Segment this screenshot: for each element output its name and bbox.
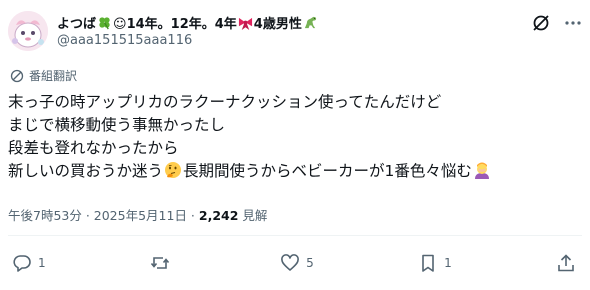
heart-icon (281, 254, 300, 271)
display-name-part3: 4歳男性 (253, 16, 302, 32)
bookmark-icon (422, 254, 434, 272)
translate-link[interactable]: 番組翻訳 (10, 67, 77, 84)
post-date[interactable]: 2025年5月11日 (94, 208, 187, 223)
bookmark-count: 1 (444, 256, 452, 270)
translate-label: 番組翻訳 (29, 69, 78, 83)
divider (8, 235, 582, 236)
avatar[interactable] (8, 11, 48, 51)
post-line-1: 末っ子の時アップリカのラクーナクッション使ってたんだけど (8, 93, 442, 111)
grok-icon[interactable] (532, 14, 550, 32)
display-name-part1: よつば (57, 16, 97, 32)
repost-button[interactable] (150, 253, 176, 273)
post-meta: 午後7時53分 · 2025年5月11日 · 2,242 見解 (8, 208, 268, 223)
display-name[interactable]: よつば ☺14年。12年。4年 4歳男性 (57, 13, 319, 32)
post-line-2: まじで横移動使う事無かったし (8, 116, 226, 134)
dinosaur-icon (304, 16, 316, 28)
views-label: 見解 (242, 208, 268, 223)
post-line-4-end: 長期間使うからベビーカーが1番色々悩む (183, 162, 472, 180)
like-button[interactable]: 5 (280, 253, 314, 273)
post-time[interactable]: 午後7時53分 (8, 208, 82, 223)
views-count: 2,242 (198, 208, 239, 223)
share-button[interactable] (556, 253, 576, 273)
person-facepalming-icon (474, 162, 489, 179)
action-bar: 1 5 1 (12, 251, 576, 275)
translate-icon (10, 69, 24, 82)
reply-button[interactable]: 1 (12, 253, 46, 273)
like-count: 5 (306, 256, 314, 270)
thinking-face-icon (165, 162, 182, 178)
user-handle[interactable]: @aaa151515aaa116 (57, 33, 192, 48)
repost-icon (150, 257, 170, 269)
share-icon (558, 254, 574, 272)
post-line-3: 段差も登れなかったから (8, 139, 179, 157)
reply-count: 1 (38, 256, 46, 270)
post-body: 末っ子の時アップリカのラクーナクッション使ってたんだけど まじで横移動使う事無か… (8, 91, 582, 183)
ribbon-icon (238, 17, 252, 30)
reply-icon (13, 255, 31, 272)
post-line-4: 新しいの買おうか迷う 長期間使うからベビーカーが1番色々悩む (8, 160, 582, 183)
display-name-part2: ☺14年。12年。4年 (113, 16, 237, 32)
bookmark-button[interactable]: 1 (418, 253, 452, 273)
more-options-icon[interactable] (564, 14, 582, 32)
post-line-4-start: 新しいの買おうか迷う (8, 162, 164, 180)
four-leaf-clover-icon (99, 16, 110, 29)
